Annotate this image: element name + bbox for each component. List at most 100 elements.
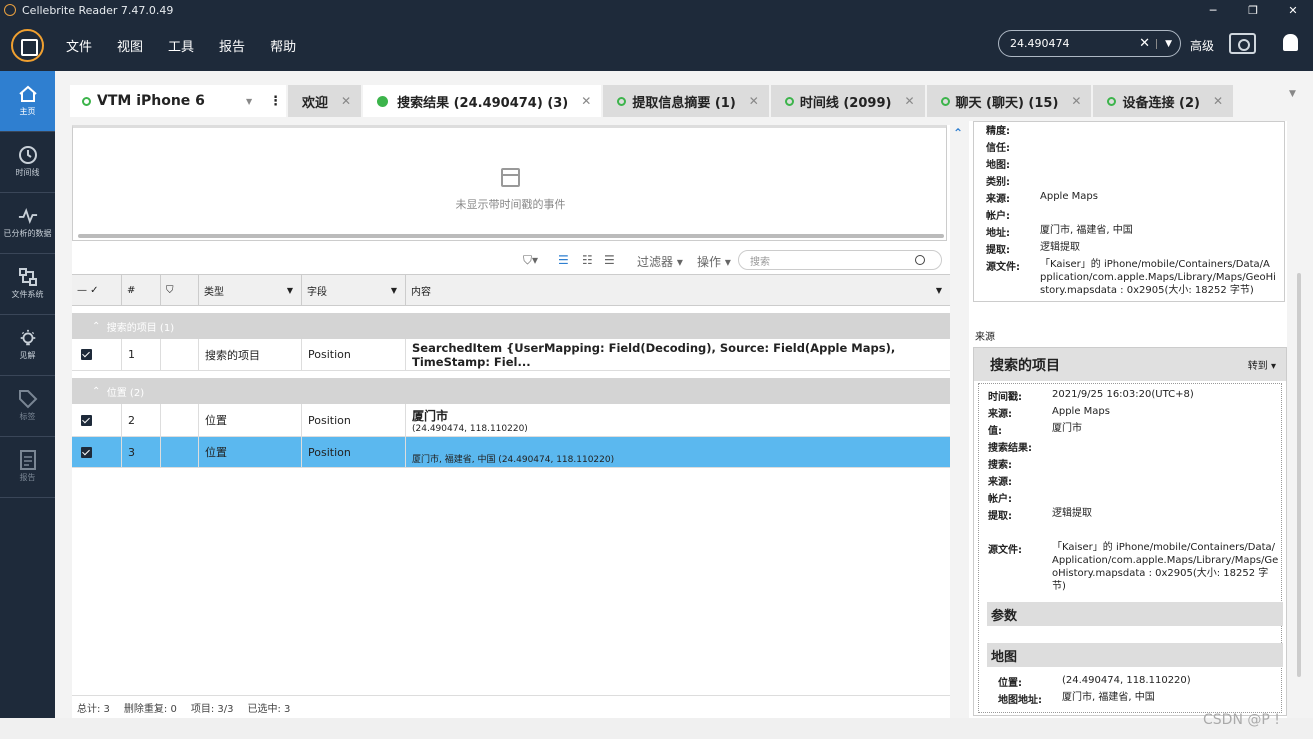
detail-key: 提取: [986, 245, 1010, 256]
tab-overflow-icon[interactable]: ▼ [1289, 89, 1296, 99]
table-header: — ✓ # ⛉ 类型 ▼ 字段 ▼ 内容 ▼ [72, 274, 950, 306]
column-tag[interactable]: ⛉ [161, 275, 199, 305]
menu-help[interactable]: 帮助 [270, 36, 296, 55]
timeline-empty-message: 未显示带时间戳的事件 [455, 198, 566, 211]
sidebar-item-reports[interactable]: 报告 [0, 437, 55, 498]
chevron-down-icon[interactable]: ▼ [936, 286, 942, 295]
screenshot-icon[interactable] [1229, 33, 1256, 54]
device-name: VTM iPhone 6 [97, 93, 205, 109]
status-dot-icon [377, 95, 389, 107]
column-num-label: # [127, 284, 136, 296]
table-row-selected[interactable]: 3 位置 Position 厦门市, 福建省, 中国 (24.490474, 1… [72, 437, 950, 468]
source-field: 搜索: [988, 456, 1280, 471]
field-key: 时间戳: [988, 392, 1022, 403]
field-value [1052, 439, 1280, 454]
column-field[interactable]: 字段 ▼ [302, 275, 406, 305]
row-checkbox-cell[interactable] [72, 404, 122, 436]
advanced-search-button[interactable]: 高级 [1190, 37, 1214, 54]
close-tab-icon[interactable]: ✕ [341, 94, 351, 108]
actions-button[interactable]: 操作 ▾ [697, 253, 731, 270]
table-row[interactable]: 1 搜索的项目 Position SearchedItem {UserMappi… [72, 339, 950, 371]
minimize-button[interactable]: ─ [1193, 4, 1233, 17]
sidebar-item-filesystem[interactable]: 文件系统 [0, 254, 55, 315]
close-tab-icon[interactable]: ✕ [1213, 94, 1223, 108]
tab-chats[interactable]: 聊天 (聊天) (15) ✕ [926, 85, 1092, 117]
row-type-text: 位置 [205, 414, 227, 427]
chevron-down-icon[interactable]: ▼ [391, 286, 397, 295]
actions-label: 操作 [697, 255, 722, 269]
status-ring-icon [784, 96, 794, 106]
checkbox[interactable] [81, 446, 92, 458]
row-field-text: Position [308, 348, 351, 361]
source-field: 搜索结果: [988, 439, 1280, 454]
tag-filter-icon[interactable]: ⛉▾ [523, 253, 538, 268]
list-view-icon[interactable]: ☰ [558, 253, 569, 267]
close-tab-icon[interactable]: ✕ [1071, 94, 1081, 108]
column-num[interactable]: # [122, 275, 161, 305]
table-row[interactable]: 2 位置 Position 厦门市 (24.490474, 118.110220… [72, 404, 950, 437]
column-type[interactable]: 类型 ▼ [199, 275, 302, 305]
status-selected: 已选中: 3 [247, 703, 291, 715]
chevron-down-icon[interactable]: ▼ [287, 286, 293, 295]
scrollbar-thumb[interactable] [1297, 273, 1301, 677]
detail-view-icon[interactable]: ☰ [604, 253, 615, 267]
calendar-icon [501, 168, 520, 187]
group-header-searched-items[interactable]: ⌃ 搜索的项目 (1) [72, 313, 950, 339]
sidebar-item-label: 文件系统 [11, 290, 44, 299]
row-checkbox-cell[interactable] [72, 339, 122, 370]
device-selector[interactable]: VTM iPhone 6 ▼ ⋮ [70, 85, 286, 117]
close-tab-icon[interactable]: ✕ [749, 94, 759, 108]
results-search-input[interactable]: 搜索 [738, 250, 942, 270]
collapse-panel-icon[interactable]: ⌃ [953, 126, 963, 140]
select-all-column[interactable]: — ✓ [72, 275, 122, 305]
close-tab-icon[interactable]: ✕ [904, 94, 914, 108]
search-dropdown-icon[interactable]: ▼ [1156, 38, 1180, 49]
details-scrollbar[interactable] [1297, 127, 1301, 697]
menu-file[interactable]: 文件 [66, 36, 92, 55]
menu-tools[interactable]: 工具 [168, 36, 194, 55]
checklist-view-icon[interactable]: ☷ [582, 253, 593, 267]
chevron-down-icon[interactable]: ▼ [246, 97, 252, 106]
sidebar-item-timeline[interactable]: 时间线 [0, 132, 55, 193]
sidebar-item-insights[interactable]: 见解 [0, 315, 55, 376]
tab-extraction-summary[interactable]: 提取信息摘要 (1) ✕ [603, 85, 769, 117]
global-search-input[interactable]: 24.490474 ✕ ▼ [998, 30, 1181, 57]
close-window-button[interactable]: ✕ [1273, 4, 1313, 17]
timeline-scrollbar[interactable] [78, 234, 944, 238]
tab-device-connections[interactable]: 设备连接 (2) ✕ [1093, 85, 1234, 117]
detail-row: 地图: [986, 156, 1276, 171]
detail-value: 「Kaiser」的 iPhone/mobile/Containers/Data/… [1040, 259, 1276, 296]
close-tab-icon[interactable]: ✕ [581, 94, 591, 108]
menu-report[interactable]: 报告 [219, 36, 245, 55]
column-field-label: 字段 [307, 286, 327, 298]
tab-label: 搜索结果 (24.490474) (3) [397, 95, 569, 111]
column-content[interactable]: 内容 ▼ [406, 275, 950, 305]
checkbox[interactable] [81, 349, 92, 360]
menu-view[interactable]: 视图 [117, 36, 143, 55]
tab-label: 欢迎 [302, 95, 329, 111]
more-options-icon[interactable]: ⋮ [269, 94, 282, 109]
bottom-strip [0, 718, 1313, 739]
filter-button[interactable]: 过滤器 ▾ [637, 253, 683, 270]
tab-timeline[interactable]: 时间线 (2099) ✕ [770, 85, 925, 117]
tab-welcome[interactable]: 欢迎 ✕ [288, 85, 362, 117]
row-checkbox-cell[interactable] [72, 437, 122, 467]
tab-search-results[interactable]: 搜索结果 (24.490474) (3) ✕ [363, 85, 602, 117]
group-header-locations[interactable]: ⌃ 位置 (2) [72, 378, 950, 404]
detail-row: 源文件: 「Kaiser」的 iPhone/mobile/Containers/D… [986, 258, 1276, 297]
maximize-button[interactable]: ❐ [1233, 4, 1273, 17]
goto-button[interactable]: 转到 ▾ [1248, 357, 1276, 372]
sidebar-item-home[interactable]: 主页 [0, 71, 55, 132]
pulse-icon [18, 207, 38, 225]
app-icon [4, 4, 16, 16]
notification-bell-icon[interactable] [1283, 34, 1298, 51]
source-section-label: 来源 [975, 332, 995, 343]
sidebar-item-analyzed-data[interactable]: 已分析的数据 [0, 193, 55, 254]
checkbox[interactable] [81, 414, 92, 426]
params-section-header[interactable]: 参数 [987, 602, 1283, 626]
sidebar-item-tags[interactable]: 标签 [0, 376, 55, 437]
map-section-header[interactable]: 地图 [987, 643, 1283, 667]
search-icon[interactable] [915, 255, 925, 265]
clear-search-icon[interactable]: ✕ [1139, 36, 1150, 51]
source-field: 提取: 逻辑提取 [988, 507, 1280, 522]
